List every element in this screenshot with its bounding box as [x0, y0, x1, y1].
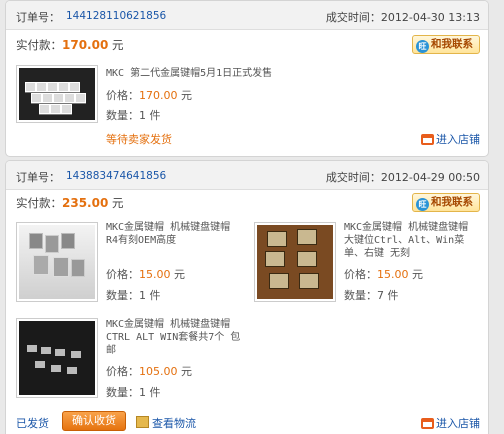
contact-seller-button[interactable]: 旺和我联系: [412, 35, 480, 54]
order-no-link[interactable]: 143883474641856: [66, 170, 166, 182]
paid-amount: 实付款：170.00 元: [16, 38, 124, 52]
product-name-link[interactable]: MKC金属键帽 机械键盘键帽 大键位Ctrl、Alt、Win菜单、右键 无刻: [344, 221, 484, 260]
product-qty: 数量：7 件: [344, 289, 399, 302]
contact-seller-button[interactable]: 旺和我联系: [412, 193, 480, 212]
paid-amount: 实付款：235.00 元: [16, 196, 124, 210]
product-qty: 数量：1 件: [106, 289, 161, 302]
keycap-image: [19, 68, 95, 120]
order-header: 订单号： 143883474641856 成交时间：2012-04-29 00:…: [6, 161, 488, 190]
order-header: 订单号： 144128110621856 成交时间：2012-04-30 13:…: [6, 1, 488, 30]
product-price: 价格：170.00 元: [106, 89, 192, 102]
shipped-status: 已发货: [16, 417, 49, 430]
order-no-label: 订单号：: [16, 11, 60, 24]
keycap-image: [257, 225, 333, 299]
enter-shop-link[interactable]: 进入店铺: [421, 415, 480, 431]
order-no-label: 订单号：: [16, 171, 60, 184]
deal-time: 成交时间：2012-04-30 13:13: [325, 11, 480, 24]
product-name-link[interactable]: MKC金属键帽 机械键盘键帽 CTRL ALT WIN套餐共7个 包邮: [106, 318, 246, 357]
view-logistics-link[interactable]: 查看物流: [136, 415, 196, 431]
product-name-link[interactable]: MKC金属键帽 机械键盘键帽 R4有刻OEM高度: [106, 221, 234, 247]
wangwang-icon: 旺: [416, 198, 429, 211]
product-thumbnail[interactable]: [16, 65, 98, 123]
product-thumbnail[interactable]: [16, 222, 98, 302]
product-thumbnail[interactable]: [16, 318, 98, 398]
product-qty: 数量：1 件: [106, 109, 161, 122]
enter-shop-link[interactable]: 进入店铺: [421, 131, 480, 147]
product-price: 价格：105.00 元: [106, 365, 192, 378]
shop-icon: [421, 418, 434, 429]
confirm-receipt-button[interactable]: 确认收货: [62, 411, 126, 431]
product-price: 价格：15.00 元: [106, 268, 185, 281]
deal-time: 成交时间：2012-04-29 00:50: [325, 171, 480, 184]
product-qty: 数量：1 件: [106, 386, 161, 399]
shop-icon: [421, 134, 434, 145]
keycap-image: [19, 225, 95, 299]
wangwang-icon: 旺: [416, 40, 429, 53]
wait-ship-status: 等待卖家发货: [106, 133, 172, 146]
product-thumbnail[interactable]: [254, 222, 336, 302]
order-card: 订单号： 143883474641856 成交时间：2012-04-29 00:…: [5, 160, 489, 434]
order-card: 订单号： 144128110621856 成交时间：2012-04-30 13:…: [5, 0, 489, 157]
keycap-image: [19, 321, 95, 395]
product-price: 价格：15.00 元: [344, 268, 423, 281]
order-no-link[interactable]: 144128110621856: [66, 10, 166, 22]
logistics-icon: [136, 416, 149, 428]
product-name-link[interactable]: MKC 第二代金属键帽5月1日正式发售: [106, 67, 306, 80]
